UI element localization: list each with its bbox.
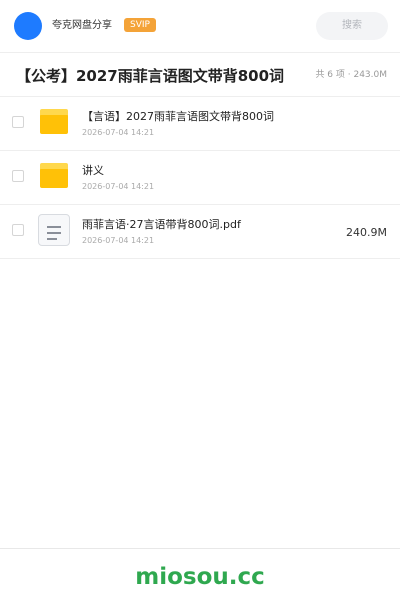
file-checkbox[interactable] — [12, 224, 24, 236]
footer: miosou.cc — [0, 548, 400, 601]
file-date: 2026-07-04 14:21 — [82, 236, 155, 245]
watermark: miosou.cc — [135, 564, 265, 590]
brand-name: 夸克网盘分享 — [52, 20, 112, 31]
file-row-pdf[interactable]: 雨菲言语·27言语带背800词.pdf 2026-07-04 14:21 240… — [0, 204, 400, 259]
file-row-folder-2[interactable]: 讲义 2026-07-04 14:21 — [0, 150, 400, 205]
folder-icon — [40, 109, 68, 134]
file-name[interactable]: 【言语】2027雨菲言语图文带背800词 — [82, 109, 274, 124]
file-checkbox[interactable] — [12, 170, 24, 182]
avatar[interactable] — [14, 12, 42, 40]
file-size: 240.9M — [346, 226, 387, 239]
page-title: 【公考】2027雨菲言语图文带背800词 — [16, 67, 285, 85]
svip-badge[interactable]: SVIP — [124, 18, 156, 32]
file-name[interactable]: 雨菲言语·27言语带背800词.pdf — [82, 217, 241, 232]
folder-icon — [40, 163, 68, 188]
pdf-file-icon — [38, 214, 70, 246]
file-summary: 共 6 项 · 243.0M — [315, 70, 387, 80]
file-date: 2026-07-04 14:21 — [82, 182, 155, 191]
search-button[interactable]: 搜索 — [316, 12, 388, 40]
top-bar: 夸克网盘分享 SVIP 搜索 — [0, 0, 400, 53]
file-name[interactable]: 讲义 — [82, 163, 104, 178]
file-checkbox[interactable] — [12, 116, 24, 128]
file-date: 2026-07-04 14:21 — [82, 128, 155, 137]
file-row-folder-1[interactable]: 【言语】2027雨菲言语图文带背800词 2026-07-04 14:21 — [0, 96, 400, 151]
share-header: 【公考】2027雨菲言语图文带背800词 共 6 项 · 243.0M — [0, 56, 400, 97]
